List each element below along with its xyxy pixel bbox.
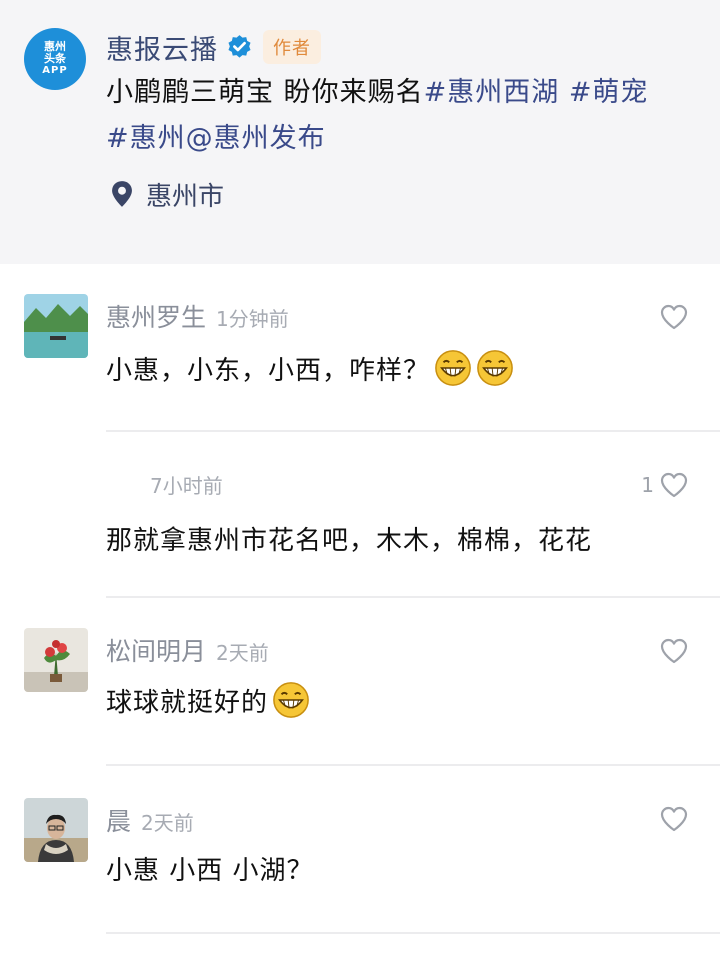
hashtag-link[interactable]: #萌宠: [569, 77, 649, 108]
commenter-name[interactable]: 晨: [106, 802, 131, 838]
comment-header: 松间明月 2天前: [106, 632, 269, 672]
comment-text: 小惠 小西 小湖？: [106, 846, 314, 890]
comment-text-content: 小惠，小东，小西，咋样？: [106, 355, 431, 386]
post-text: 小鹛鹛三萌宝 盼你来赐名#惠州西湖 #萌宠 #惠州@惠州发布: [106, 70, 696, 162]
grin-emoji-icon: [477, 350, 513, 386]
author-badge: 作者: [263, 30, 321, 64]
avatar-text-line: 头条: [44, 52, 66, 65]
comment-text-content: 小惠 小西 小湖？: [106, 855, 314, 886]
heart-outline-icon: [660, 472, 688, 498]
mention-link[interactable]: @惠州发布: [186, 123, 326, 154]
hashtag-link[interactable]: #惠州西湖: [424, 77, 560, 108]
like-button[interactable]: 1: [641, 472, 688, 498]
comment-item: 惠州罗生 1分钟前 小惠，小东，小西，咋样？: [0, 264, 720, 434]
divider: [106, 430, 720, 432]
comment-text: 球球就挺好的: [106, 678, 310, 722]
avatar-image: [24, 294, 88, 358]
comment-header: 惠州罗生 1分钟前: [106, 298, 289, 338]
commenter-avatar[interactable]: [24, 798, 88, 862]
author-row: 惠报云播 作者: [106, 26, 321, 68]
avatar-text-line: APP: [42, 65, 68, 76]
comment-text: 那就拿惠州市花名吧，木木，棉棉，花花: [106, 516, 592, 560]
comment-time: 2天前: [141, 811, 194, 835]
verified-badge-icon: [228, 34, 251, 58]
comment-time: 1分钟前: [216, 307, 289, 331]
comment-time: 7小时前: [150, 474, 223, 498]
like-button[interactable]: [654, 806, 688, 832]
grin-emoji-icon: [435, 350, 471, 386]
author-avatar[interactable]: 惠州 头条 APP: [24, 28, 86, 90]
commenter-avatar[interactable]: [24, 294, 88, 358]
comment-time: 2天前: [216, 641, 269, 665]
like-count: 1: [641, 473, 654, 497]
comment-text-content: 球球就挺好的: [106, 687, 269, 718]
commenter-name[interactable]: 松间明月: [106, 632, 206, 668]
like-button[interactable]: [654, 638, 688, 664]
comment-header: 晨 2天前: [106, 802, 194, 842]
post-card: 惠州 头条 APP 惠报云播 作者 小鹛鹛三萌宝 盼你来赐名#惠州西湖 #萌宠 …: [0, 0, 720, 264]
comment-text: 小惠，小东，小西，咋样？: [106, 346, 514, 390]
author-name[interactable]: 惠报云播: [106, 28, 218, 67]
comment-text-content: 那就拿惠州市花名吧，木木，棉棉，花花: [106, 525, 593, 556]
divider: [106, 932, 720, 934]
post-body-text: 小鹛鹛三萌宝 盼你来赐名: [106, 77, 424, 108]
commenter-name[interactable]: 惠州罗生: [106, 298, 206, 334]
avatar-image: [24, 798, 88, 862]
comment-item: 7小时前 1 那就拿惠州市花名吧，木木，棉棉，花花: [0, 434, 720, 600]
heart-outline-icon: [660, 304, 688, 330]
divider: [106, 764, 720, 766]
comment-header: 7小时前: [140, 470, 223, 510]
location-row[interactable]: 惠州市: [106, 174, 224, 214]
heart-outline-icon: [660, 806, 688, 832]
commenter-avatar[interactable]: [24, 628, 88, 692]
heart-outline-icon: [660, 638, 688, 664]
location-pin-icon: [112, 181, 132, 207]
location-label: 惠州市: [146, 181, 225, 212]
comment-item: 晨 2天前 小惠 小西 小湖？: [0, 768, 720, 938]
like-button[interactable]: [654, 304, 688, 330]
hashtag-link[interactable]: #惠州: [106, 123, 186, 154]
comment-item: 松间明月 2天前 球球就挺好的: [0, 600, 720, 768]
divider: [106, 596, 720, 598]
grin-emoji-icon: [273, 682, 309, 718]
avatar-image: [24, 628, 88, 692]
